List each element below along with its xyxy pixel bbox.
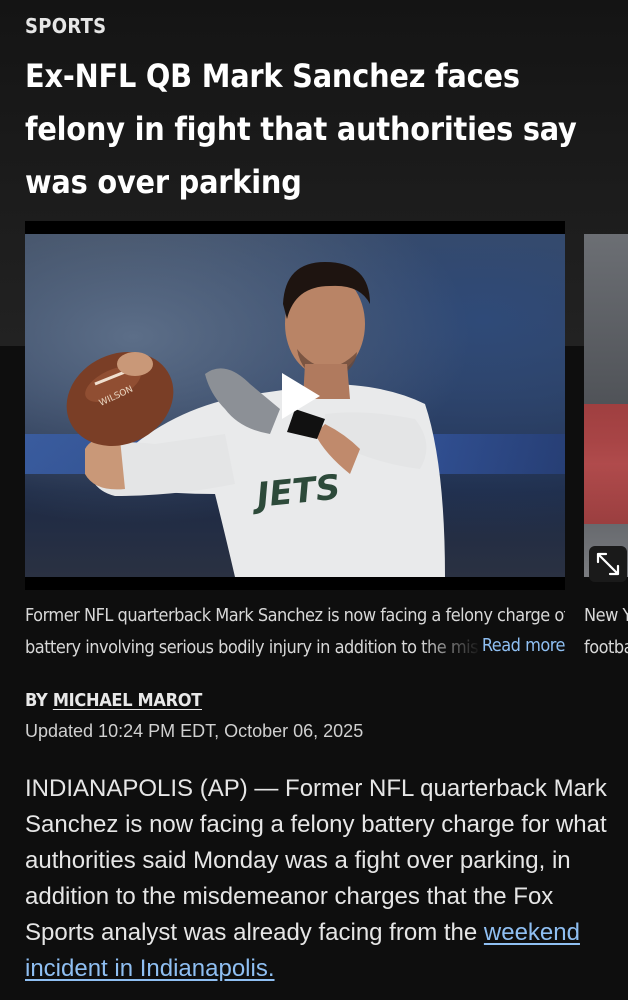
expand-icon bbox=[596, 552, 620, 576]
headline-line: Ex-NFL QB Mark Sanchez faces bbox=[25, 57, 520, 95]
next-carousel-card[interactable] bbox=[584, 234, 628, 577]
section-label[interactable]: SPORTS bbox=[25, 14, 106, 38]
headline-line: felony in fight that authorities say bbox=[25, 110, 577, 148]
updated-timestamp: Updated 10:24 PM EDT, October 06, 2025 bbox=[25, 721, 364, 741]
article-body-paragraph: INDIANAPOLIS (AP) — Former NFL quarterba… bbox=[25, 771, 615, 987]
play-icon bbox=[282, 373, 320, 419]
next-card-image bbox=[584, 404, 628, 524]
next-card-caption: New Y footba bbox=[584, 600, 628, 664]
caption-line: Former NFL quarterback Mark Sanchez is n… bbox=[25, 605, 565, 626]
next-caption-line: footba bbox=[584, 637, 628, 658]
next-caption-line: New Y bbox=[584, 605, 628, 626]
headline-line: was over parking bbox=[25, 163, 302, 201]
expand-button[interactable] bbox=[589, 546, 627, 582]
headline: Ex-NFL QB Mark Sanchez faces felony in f… bbox=[25, 50, 595, 209]
video-card[interactable]: WILSON JETS bbox=[25, 221, 565, 590]
byline: BY MICHAEL MAROT bbox=[25, 690, 202, 711]
play-button[interactable] bbox=[275, 371, 325, 421]
caption-fade bbox=[421, 630, 481, 662]
author-link[interactable]: MICHAEL MAROT bbox=[53, 690, 202, 711]
media-caption: Former NFL quarterback Mark Sanchez is n… bbox=[25, 600, 565, 662]
byline-prefix: BY bbox=[25, 690, 48, 711]
read-more-link[interactable]: Read more bbox=[477, 630, 565, 662]
